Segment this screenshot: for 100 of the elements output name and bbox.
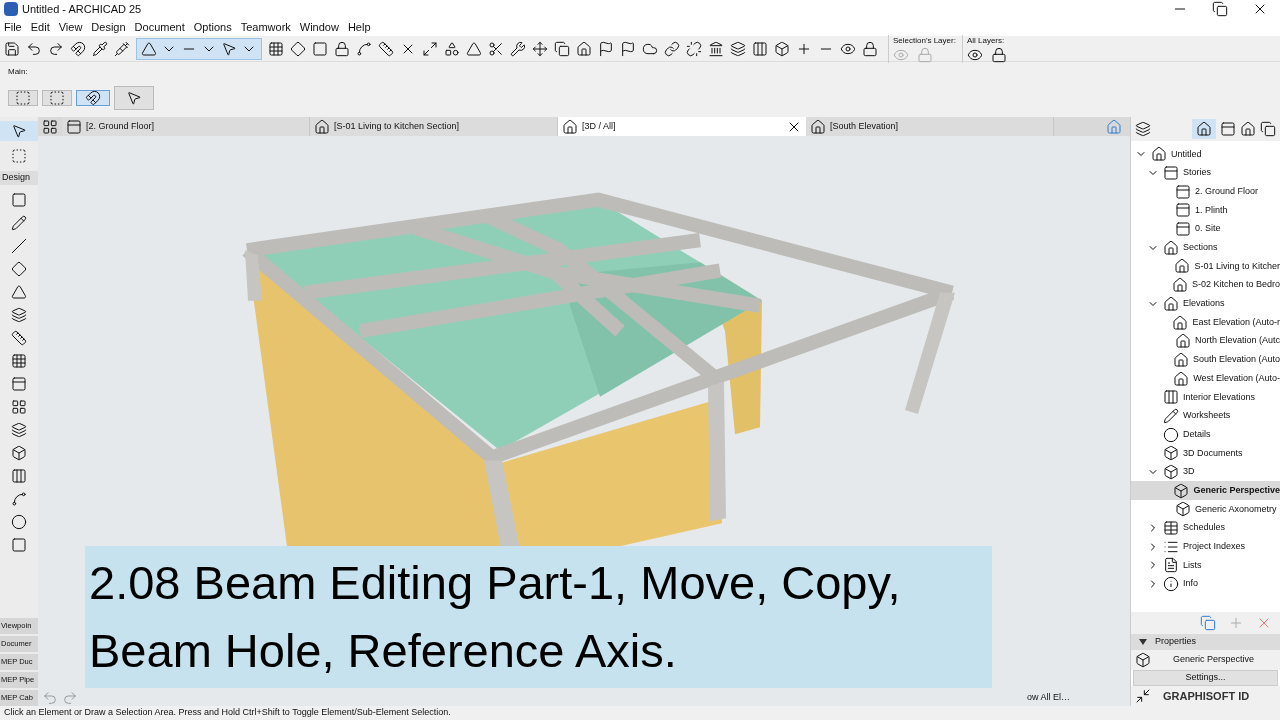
flag-icon[interactable] (598, 40, 614, 57)
undo-icon[interactable] (26, 40, 42, 57)
frame-icon[interactable] (422, 40, 438, 57)
tree-item[interactable]: Untitled (1131, 145, 1280, 164)
tree-item[interactable]: South Elevation (Auto (1131, 350, 1280, 370)
tree-item[interactable]: North Elevation (Autc (1131, 331, 1280, 351)
morph-icon[interactable] (11, 513, 27, 530)
tree-item[interactable]: Worksheets (1131, 406, 1280, 426)
syringe-icon[interactable] (114, 40, 130, 57)
tile-icon[interactable] (42, 118, 58, 135)
menu-item[interactable]: Design (91, 18, 126, 36)
building-icon[interactable] (708, 40, 724, 57)
cube-icon[interactable] (774, 40, 790, 57)
tree-item[interactable]: Lists (1131, 556, 1280, 575)
link-icon[interactable] (686, 40, 702, 57)
tree-item[interactable]: Project Indexes (1131, 537, 1280, 557)
tree-item[interactable]: Interior Elevations (1131, 387, 1280, 407)
tree-item[interactable]: Details (1131, 425, 1280, 444)
shell-icon[interactable] (11, 306, 27, 323)
menu-item[interactable]: Help (347, 18, 371, 36)
tree-item[interactable]: 2. Ground Floor (1131, 182, 1280, 202)
view-tab[interactable]: [3D / All] (558, 117, 806, 136)
arrow-tool-button[interactable] (0, 121, 38, 141)
tree-item[interactable]: Sections (1131, 238, 1280, 258)
magnet-button[interactable] (76, 90, 110, 106)
object-icon[interactable] (11, 444, 27, 461)
slab-icon[interactable] (11, 260, 27, 277)
properties-header[interactable]: Properties (1131, 634, 1280, 650)
menu-item[interactable]: Document (134, 18, 185, 36)
shapes-icon[interactable] (444, 40, 460, 57)
zone-icon[interactable] (11, 536, 27, 553)
copy-icon[interactable] (554, 40, 570, 57)
tree-item[interactable]: 3D Documents (1131, 444, 1280, 463)
move-icon[interactable] (532, 40, 548, 57)
tree-item[interactable]: Stories (1131, 163, 1280, 183)
house-icon[interactable] (576, 40, 592, 57)
navigator-menu-icon[interactable] (1135, 121, 1151, 137)
marquee-icon[interactable] (11, 148, 27, 164)
scissors-icon[interactable] (488, 40, 504, 57)
restore-icon[interactable] (1212, 1, 1228, 17)
menu-item[interactable]: Window (299, 18, 339, 36)
new-view-icon[interactable] (1200, 615, 1216, 631)
filter-menu[interactable]: ow All El… (1027, 691, 1070, 705)
railing-icon[interactable] (11, 467, 27, 484)
publisher-icon[interactable] (1260, 121, 1276, 137)
pointer-icon[interactable] (221, 40, 237, 57)
arrow-tool-button[interactable] (114, 86, 154, 110)
menu-item[interactable]: File (4, 18, 22, 36)
tree-item[interactable]: 1. Plinth (1131, 201, 1280, 220)
view-map-icon[interactable] (1220, 121, 1236, 137)
tree-item[interactable]: 3D (1131, 462, 1280, 482)
menu-item[interactable]: View (58, 18, 83, 36)
window-icon[interactable] (11, 398, 27, 415)
save-icon[interactable] (4, 40, 20, 57)
roof-icon[interactable] (11, 283, 27, 300)
columns-icon[interactable] (752, 40, 768, 57)
view-switch-icon[interactable] (1106, 118, 1122, 135)
lock-icon[interactable] (334, 40, 350, 57)
menu-item[interactable]: Options (193, 18, 232, 36)
link-icon[interactable] (664, 40, 680, 57)
selection-method-button[interactable] (8, 90, 38, 106)
lock-icon[interactable] (862, 40, 878, 57)
menu-item[interactable]: Teamwork (240, 18, 291, 36)
tree-item[interactable]: West Elevation (Auto- (1131, 369, 1280, 388)
tree-item[interactable]: Generic Axonometry (1131, 500, 1280, 519)
stair-icon[interactable] (11, 329, 27, 346)
tree-item[interactable]: Schedules (1131, 518, 1280, 538)
ruler-icon[interactable] (378, 40, 394, 57)
grid-icon[interactable] (268, 40, 284, 57)
triangle-icon[interactable] (141, 40, 157, 57)
wall-icon[interactable] (11, 191, 27, 208)
triangle-icon[interactable] (466, 40, 482, 57)
flag-icon[interactable] (620, 40, 636, 57)
layout-book-icon[interactable] (1240, 121, 1256, 137)
tree-item[interactable]: Info (1131, 574, 1280, 594)
pipette-icon[interactable] (92, 40, 108, 57)
menu-item[interactable]: Edit (30, 18, 50, 36)
layers-icon[interactable] (730, 40, 746, 57)
toolbox-section[interactable]: Design (0, 171, 38, 185)
tree-item[interactable]: S-01 Living to Kitcher (1131, 257, 1280, 276)
wrench-icon[interactable] (510, 40, 526, 57)
settings-button[interactable]: Settings... (1133, 670, 1278, 686)
square-icon[interactable] (312, 40, 328, 57)
spline-icon[interactable] (356, 40, 372, 57)
tree-item[interactable]: Generic Perspective (1131, 481, 1280, 501)
redo-icon[interactable] (48, 40, 64, 57)
tree-item[interactable]: 0. Site (1131, 219, 1280, 239)
skylight-icon[interactable] (11, 421, 27, 438)
lock-icon[interactable] (990, 46, 1007, 63)
tree-item[interactable]: East Elevation (Auto-r (1131, 313, 1280, 332)
mesh-icon[interactable] (11, 490, 27, 507)
diamond-icon[interactable] (290, 40, 306, 57)
curtain-wall-icon[interactable] (11, 352, 27, 369)
magnet-icon[interactable] (70, 40, 86, 57)
tree-item[interactable]: Elevations (1131, 294, 1280, 314)
beam-icon[interactable] (11, 237, 27, 254)
door-icon[interactable] (11, 375, 27, 392)
project-map-button[interactable] (1192, 119, 1216, 139)
tree-item[interactable]: S-02 Kitchen to Bedro (1131, 275, 1280, 295)
column-icon[interactable] (11, 214, 27, 231)
